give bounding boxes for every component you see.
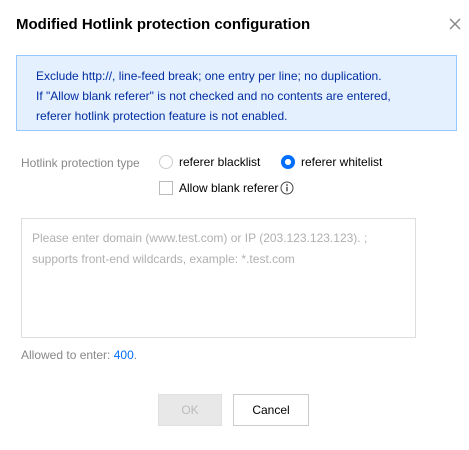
radio-selected-icon [281, 155, 295, 169]
allow-blank-referer-checkbox[interactable]: Allow blank referer [159, 181, 294, 195]
radio-referer-whitelist[interactable]: referer whitelist [281, 155, 382, 169]
hotlink-config-dialog: Modified Hotlink protection configuratio… [0, 0, 469, 450]
radio-label: referer whitelist [301, 155, 383, 169]
close-icon[interactable] [447, 16, 463, 32]
checkbox-label: Allow blank referer [179, 181, 279, 195]
hotlink-type-label: Hotlink protection type [21, 156, 140, 170]
info-icon[interactable] [280, 181, 294, 195]
allowed-count-text: Allowed to enter: 400. [21, 348, 137, 362]
notice-box: Exclude http://, line-feed break; one en… [16, 55, 457, 131]
notice-line: If "Allow blank referer" is not checked … [36, 89, 391, 103]
allowed-suffix: . [133, 348, 138, 362]
radio-unselected-icon [159, 155, 173, 169]
checkbox-icon [159, 181, 173, 195]
cancel-button[interactable]: Cancel [233, 394, 309, 426]
referer-list-textarea[interactable] [21, 218, 416, 338]
notice-line: Exclude http://, line-feed break; one en… [36, 69, 382, 83]
ok-button[interactable]: OK [158, 394, 222, 426]
dialog-title: Modified Hotlink protection configuratio… [16, 16, 311, 33]
allowed-prefix: Allowed to enter: [21, 348, 114, 362]
notice-line: referer hotlink protection feature is no… [36, 109, 288, 123]
allowed-count: 400 [113, 348, 134, 362]
radio-label: referer blacklist [179, 155, 261, 169]
radio-referer-blacklist[interactable]: referer blacklist [159, 155, 260, 169]
